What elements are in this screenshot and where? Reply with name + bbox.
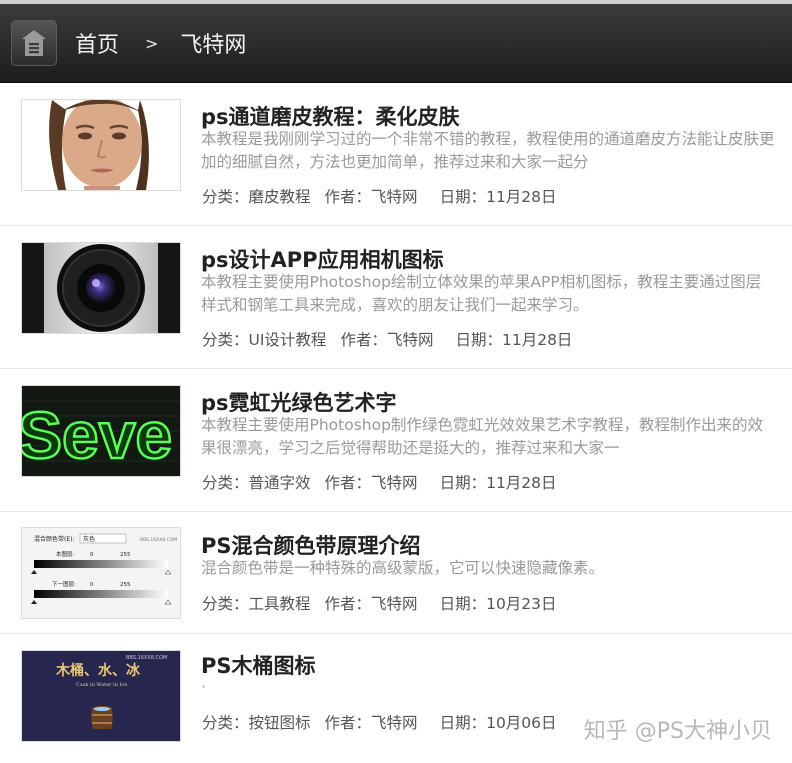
article-title[interactable]: PS混合颜色带原理介绍 <box>201 530 421 560</box>
barrel-subtitle: Cask in Water in Ice <box>76 682 127 688</box>
article-date: 10月23日 <box>486 595 557 613</box>
date-label: 日期： <box>439 188 487 206</box>
article-date: 10月06日 <box>486 714 557 732</box>
article-date: 11月28日 <box>501 331 573 349</box>
article-thumbnail-portrait[interactable] <box>21 99 181 191</box>
article-meta: 分类：工具教程 作者：飞特网 日期：10月23日 <box>202 592 557 614</box>
article-date: 11月28日 <box>486 188 557 206</box>
category-label: 分类： <box>202 595 249 613</box>
barrel-title: 木桶、水、冰 <box>55 662 141 679</box>
under-layer-low: 0 <box>90 582 94 588</box>
date-label: 日期： <box>439 474 487 492</box>
blend-mode-label: 混合颜色带(E): <box>34 535 75 543</box>
article-thumbnail-camera[interactable] <box>21 242 181 334</box>
article-category[interactable]: 普通字效 <box>249 471 311 493</box>
article-thumbnail-blend-panel[interactable]: 混合颜色带(E): 灰色 BBS.16XX8.COM 本图层: 0 255 下一… <box>21 527 181 619</box>
blend-site: BBS.16XX8.COM <box>140 537 177 543</box>
article-meta: 分类：普通字效 作者：飞特网 日期：11月28日 <box>202 471 557 493</box>
article-date: 11月28日 <box>486 474 557 492</box>
date-label: 日期： <box>439 595 487 613</box>
author-label: 作者： <box>324 714 372 732</box>
category-label: 分类： <box>202 474 249 492</box>
category-label: 分类： <box>202 714 249 732</box>
breadcrumb-separator: > <box>145 33 159 53</box>
article-list: ps通道磨皮教程：柔化皮肤 本教程是我刚刚学习过的一个非常不错的教程，教程使用的… <box>0 83 792 763</box>
breadcrumb-bar: 首页 > 飞特网 <box>0 4 792 83</box>
home-button[interactable] <box>11 20 57 66</box>
article-item[interactable]: Seve ps霓虹光绿色艺术字 本教程主要使用Photoshop制作绿色霓虹光效… <box>0 369 792 512</box>
article-category[interactable]: 工具教程 <box>249 592 311 614</box>
article-description: 本教程主要使用Photoshop绘制立体效果的苹果APP相机图标，教程主要通过图… <box>201 273 762 314</box>
article-author: 飞特网 <box>371 714 418 732</box>
article-title[interactable]: ps通道磨皮教程：柔化皮肤 <box>201 101 460 131</box>
article-item[interactable]: BBS.16XX8.COM 木桶、水、冰 Cask in Water in Ic… <box>0 634 792 763</box>
article-author: 飞特网 <box>386 331 434 349</box>
article-thumbnail-neon-text[interactable]: Seve <box>21 385 181 477</box>
article-author: 飞特网 <box>371 188 418 206</box>
article-author: 飞特网 <box>371 595 418 613</box>
date-label: 日期： <box>439 714 487 732</box>
article-category[interactable]: 按钮图标 <box>249 711 311 733</box>
article-meta: 分类：磨皮教程 作者：飞特网 日期：11月28日 <box>202 185 557 207</box>
article-item[interactable]: ps通道磨皮教程：柔化皮肤 本教程是我刚刚学习过的一个非常不错的教程，教程使用的… <box>0 83 792 226</box>
author-label: 作者： <box>324 595 372 613</box>
article-item[interactable]: 混合颜色带(E): 灰色 BBS.16XX8.COM 本图层: 0 255 下一… <box>0 512 792 634</box>
article-description: 本教程主要使用Photoshop制作绿色霓虹光效效果艺术字教程，教程制作出来的效… <box>201 416 763 457</box>
article-item[interactable]: ps设计APP应用相机图标 本教程主要使用Photoshop绘制立体效果的苹果A… <box>0 226 792 369</box>
article-title[interactable]: ps霓虹光绿色艺术字 <box>201 387 397 417</box>
under-layer-label: 下一图层: <box>52 580 76 588</box>
author-label: 作者： <box>324 188 372 206</box>
article-meta: 分类：UI设计教程 作者：飞特网 日期：11月28日 <box>202 328 572 350</box>
home-icon <box>22 30 46 56</box>
article-category[interactable]: 磨皮教程 <box>249 185 311 207</box>
blend-mode-value: 灰色 <box>83 535 95 543</box>
breadcrumb-home-link[interactable]: 首页 <box>75 27 119 59</box>
article-thumbnail-barrel[interactable]: BBS.16XX8.COM 木桶、水、冰 Cask in Water in Ic… <box>21 650 181 742</box>
this-layer-low: 0 <box>90 552 94 558</box>
article-description: 本教程是我刚刚学习过的一个非常不错的教程，教程使用的通道磨皮方法能让皮肤更加的细… <box>201 130 775 171</box>
article-description: · <box>201 678 206 696</box>
watermark: 知乎 @PS大神小贝 <box>583 719 772 744</box>
date-label: 日期： <box>455 331 502 349</box>
under-layer-high: 255 <box>120 582 131 588</box>
category-label: 分类： <box>202 331 249 349</box>
this-layer-label: 本图层: <box>56 550 75 558</box>
article-title[interactable]: ps设计APP应用相机图标 <box>201 244 444 274</box>
article-meta: 分类：按钮图标 作者：飞特网 日期：10月06日 <box>202 711 557 733</box>
this-layer-high: 255 <box>120 552 131 558</box>
article-author: 飞特网 <box>371 474 418 492</box>
category-label: 分类： <box>202 188 249 206</box>
article-category[interactable]: UI设计教程 <box>249 328 327 350</box>
author-label: 作者： <box>340 331 387 349</box>
neon-thumb-text: Seve <box>22 398 172 472</box>
article-description: 混合颜色带是一种特殊的高级蒙版，它可以快速隐藏像素。 <box>201 559 605 577</box>
author-label: 作者： <box>324 474 372 492</box>
breadcrumb-current[interactable]: 飞特网 <box>180 27 246 59</box>
barrel-site: BBS.16XX8.COM <box>126 655 167 661</box>
